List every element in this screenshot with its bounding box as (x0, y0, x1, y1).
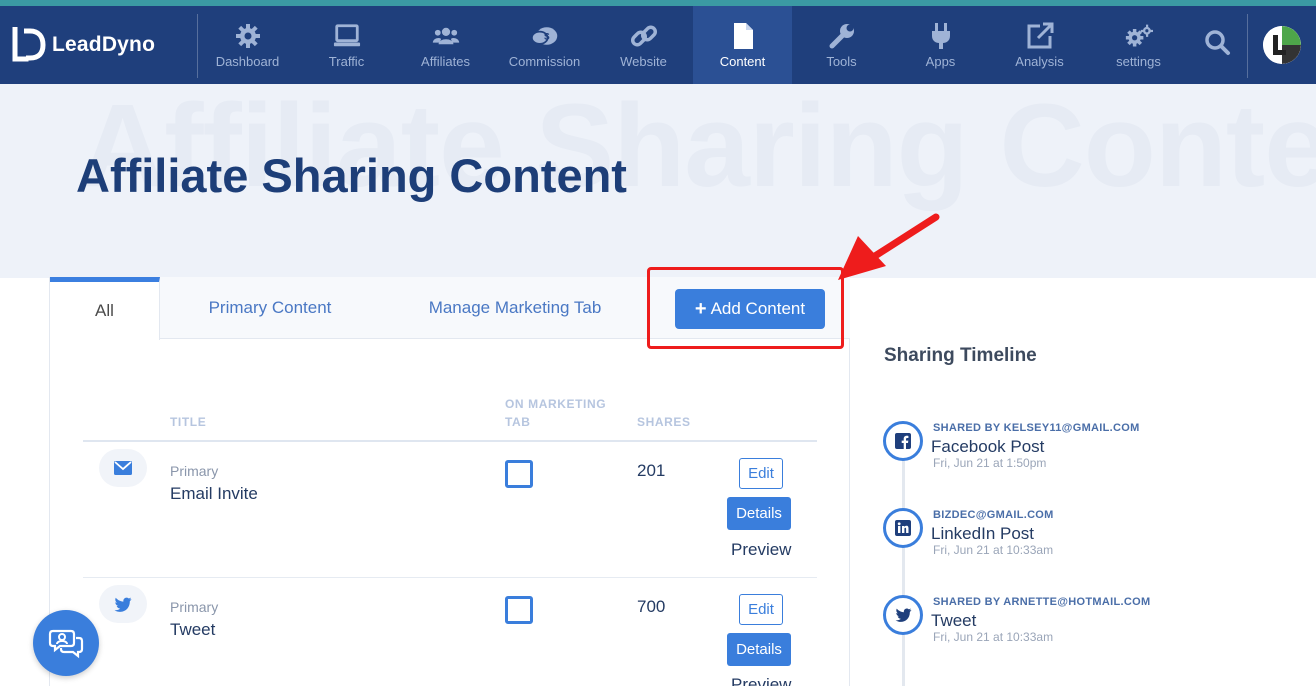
row-divider (83, 577, 817, 578)
preview-link[interactable]: Preview (731, 540, 791, 560)
timeline-item-title: Tweet (931, 611, 977, 630)
marketing-tab-checkbox[interactable] (505, 460, 533, 488)
column-header-title: TITLE (170, 415, 207, 429)
marketing-tab-checkbox[interactable] (505, 596, 533, 624)
users-icon (432, 22, 460, 50)
row-title: Tweet (170, 620, 216, 639)
nav-item-commission[interactable]: $ Commission (495, 6, 594, 84)
brand-logo[interactable]: LeadDyno (12, 26, 155, 64)
timeline-line (902, 450, 905, 686)
timeline-item-title: Facebook Post (931, 437, 1045, 456)
timeline-shared-by: SHARED BY KELSEY11@GMAIL.COM (933, 422, 1140, 434)
preview-link[interactable]: Preview (731, 675, 791, 686)
nav-item-affiliates[interactable]: Affiliates (396, 6, 495, 84)
svg-text:$: $ (544, 32, 550, 43)
column-header-shares: SHARES (637, 415, 691, 429)
gears-icon (1125, 22, 1153, 50)
page-title: Affiliate Sharing Content (76, 149, 627, 202)
nav-item-settings[interactable]: settings (1089, 6, 1188, 84)
table-header-divider (83, 440, 817, 442)
twitter-icon (99, 585, 147, 623)
page-header: Affiliate Sharing Content Affiliate Shar… (0, 84, 1316, 278)
nav-item-traffic[interactable]: Traffic (297, 6, 396, 84)
row-type: Primary (170, 599, 219, 615)
nav-item-dashboard[interactable]: Dashboard (198, 6, 297, 84)
chat-support-button[interactable] (33, 610, 99, 676)
timeline-time: Fri, Jun 21 at 10:33am (933, 543, 1054, 557)
timeline-time: Fri, Jun 21 at 10:33am (933, 630, 1054, 644)
envelope-icon (99, 449, 147, 487)
nav-divider (1247, 14, 1248, 78)
red-arrow-annotation (838, 213, 940, 280)
tab-manage-marketing[interactable]: Manage Marketing Tab (410, 277, 620, 339)
row-title: Email Invite (170, 484, 258, 503)
file-icon (729, 22, 757, 50)
wrench-icon (828, 22, 856, 50)
nav-item-tools[interactable]: Tools (792, 6, 891, 84)
details-button[interactable]: Details (727, 497, 791, 530)
tab-all[interactable]: All (50, 277, 160, 340)
linkedin-icon (883, 508, 923, 548)
brand-name: LeadDyno (52, 33, 156, 56)
details-button[interactable]: Details (727, 633, 791, 666)
column-header-on-marketing-tab: ON MARKETING TAB (505, 397, 607, 429)
facebook-icon (883, 421, 923, 461)
laptop-icon (333, 22, 361, 50)
tab-primary-content[interactable]: Primary Content (180, 277, 360, 339)
nav-item-website[interactable]: Website (594, 6, 693, 84)
row-shares: 700 (637, 597, 666, 616)
timeline-shared-by: BIZDEC@GMAIL.COM (933, 509, 1054, 521)
timeline-item-title: LinkedIn Post (931, 524, 1035, 543)
timeline-time: Fri, Jun 21 at 1:50pm (933, 456, 1047, 470)
search-icon[interactable] (1200, 26, 1234, 60)
avatar[interactable] (1263, 26, 1301, 64)
plug-icon (927, 22, 955, 50)
external-edit-icon (1026, 22, 1054, 50)
sharing-timeline-title: Sharing Timeline (884, 345, 1037, 366)
edit-button[interactable]: Edit (739, 458, 783, 489)
chat-icon (48, 629, 84, 659)
twitter-icon (883, 595, 923, 635)
leaddyno-logo-icon (12, 26, 46, 63)
gear-icon (234, 22, 262, 50)
row-type: Primary (170, 463, 219, 479)
nav-item-analysis[interactable]: Analysis (990, 6, 1089, 84)
money-chat-icon: $ (530, 22, 559, 50)
highlight-box (647, 267, 844, 349)
top-navbar: LeadDyno Dashboard Traffic Affiliates $ … (0, 6, 1316, 84)
row-shares: 201 (637, 461, 666, 480)
link-icon (630, 22, 658, 50)
nav-item-content[interactable]: Content (693, 6, 792, 84)
timeline-shared-by: SHARED BY ARNETTE@HOTMAIL.COM (933, 596, 1151, 608)
edit-button[interactable]: Edit (739, 594, 783, 625)
nav-item-apps[interactable]: Apps (891, 6, 990, 84)
